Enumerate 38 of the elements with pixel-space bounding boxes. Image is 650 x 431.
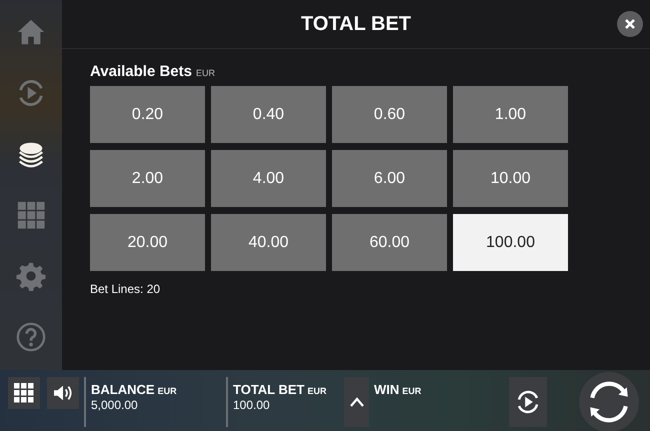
chevron-up-icon (350, 397, 364, 407)
bet-option[interactable]: 0.60 (332, 86, 447, 143)
balance-value: 5,000.00 (91, 398, 139, 412)
bet-option[interactable]: 60.00 (332, 214, 447, 271)
grid-icon[interactable] (16, 200, 46, 230)
settings-icon[interactable] (16, 261, 46, 291)
autoplay-icon (515, 389, 541, 415)
help-icon[interactable] (16, 322, 46, 352)
bet-option[interactable]: 20.00 (90, 214, 205, 271)
currency-label: EUR (402, 386, 422, 396)
dialog-title: TOTAL BET (301, 12, 411, 36)
bet-option[interactable]: 2.00 (90, 150, 205, 207)
sound-button[interactable] (47, 377, 79, 409)
home-icon[interactable] (16, 17, 46, 47)
bet-option[interactable]: 1.00 (453, 86, 568, 143)
close-button[interactable] (617, 11, 643, 37)
total-bet-value: 100.00 (233, 398, 271, 412)
bet-option[interactable]: 10.00 (453, 150, 568, 207)
bet-option[interactable]: 0.20 (90, 86, 205, 143)
bet-option[interactable]: 4.00 (211, 150, 326, 207)
currency-label: EUR (196, 68, 216, 78)
bet-lines-text: Bet Lines: 20 (90, 282, 160, 296)
bet-up-button[interactable] (344, 377, 369, 427)
section-title: Available Bets (90, 63, 192, 80)
grid-icon (14, 383, 34, 403)
win-label: WIN (374, 382, 400, 397)
close-icon (624, 18, 636, 30)
speaker-icon (53, 384, 73, 402)
currency-label: EUR (158, 386, 177, 396)
bet-option[interactable]: 100.00 (453, 214, 568, 271)
bet-option[interactable]: 40.00 (211, 214, 326, 271)
bet-option[interactable]: 0.40 (211, 86, 326, 143)
autoplay-button[interactable] (509, 377, 547, 427)
currency-label: EUR (308, 386, 327, 396)
menu-button[interactable] (8, 377, 40, 409)
balance-label: BALANCE (91, 382, 155, 397)
total-bet-label: TOTAL BET (233, 382, 304, 397)
bet-option[interactable]: 6.00 (332, 150, 447, 207)
